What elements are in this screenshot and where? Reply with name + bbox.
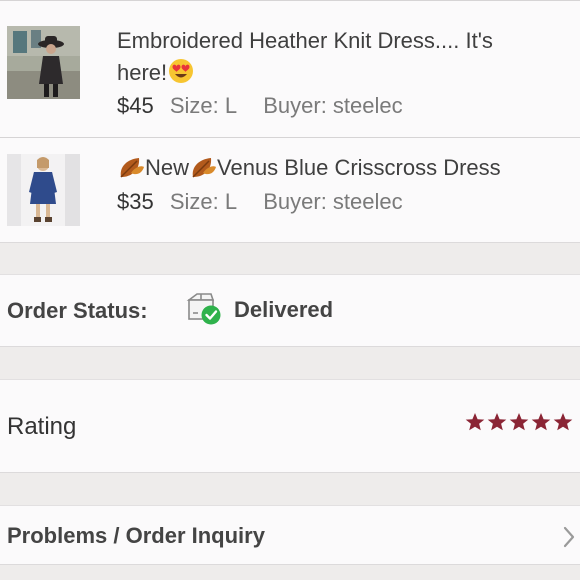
item-title[interactable]: Embroidered Heather Knit Dress.... It's … [117, 25, 562, 89]
order-status-row: Order Status: Delivered [0, 274, 580, 347]
order-status-value: Delivered [234, 297, 334, 322]
star-icon [509, 413, 529, 431]
package-delivered-icon [186, 291, 224, 327]
item-size: Size: L [169, 189, 238, 214]
star-icon [465, 413, 485, 431]
star-icon [487, 413, 507, 431]
item-title-line1: Embroidered Heather Knit Dress.... It's [117, 28, 493, 53]
fallen-leaf-emoji-icon [189, 155, 217, 181]
item-thumbnail[interactable] [7, 154, 80, 226]
item-buyer[interactable]: Buyer: steelec [263, 93, 402, 118]
problems-order-inquiry-row[interactable]: Problems / Order Inquiry [0, 505, 580, 565]
star-icon [553, 413, 573, 431]
item-title-prefix: New [145, 155, 190, 180]
item-meta: $35 Size: L Buyer: steelec [117, 188, 403, 216]
heart-eyes-emoji-icon [167, 57, 195, 85]
rating-label: Rating [7, 413, 77, 440]
order-status-label: Order Status: [7, 298, 148, 323]
item-size: Size: L [169, 93, 238, 118]
fallen-leaf-emoji-icon [117, 155, 145, 181]
item-thumbnail[interactable] [7, 26, 80, 99]
problems-label: Problems / Order Inquiry [7, 523, 265, 548]
chevron-right-icon [562, 526, 576, 548]
item-title-main: Venus Blue Crisscross Dress [217, 155, 501, 180]
order-item[interactable]: New Venus Blue Crisscross Dress $35 Size… [0, 138, 580, 243]
item-title[interactable]: New Venus Blue Crisscross Dress [117, 152, 562, 184]
order-items-card: Embroidered Heather Knit Dress.... It's … [0, 0, 580, 243]
item-buyer[interactable]: Buyer: steelec [263, 189, 402, 214]
rating-stars[interactable] [465, 412, 573, 432]
item-meta: $45 Size: L Buyer: steelec [117, 92, 403, 120]
order-item[interactable]: Embroidered Heather Knit Dress.... It's … [0, 0, 580, 138]
rating-row[interactable]: Rating [0, 379, 580, 473]
star-icon [531, 413, 551, 431]
item-title-line2: here! [117, 60, 168, 85]
item-price: $35 [117, 189, 154, 214]
item-price: $45 [117, 93, 154, 118]
